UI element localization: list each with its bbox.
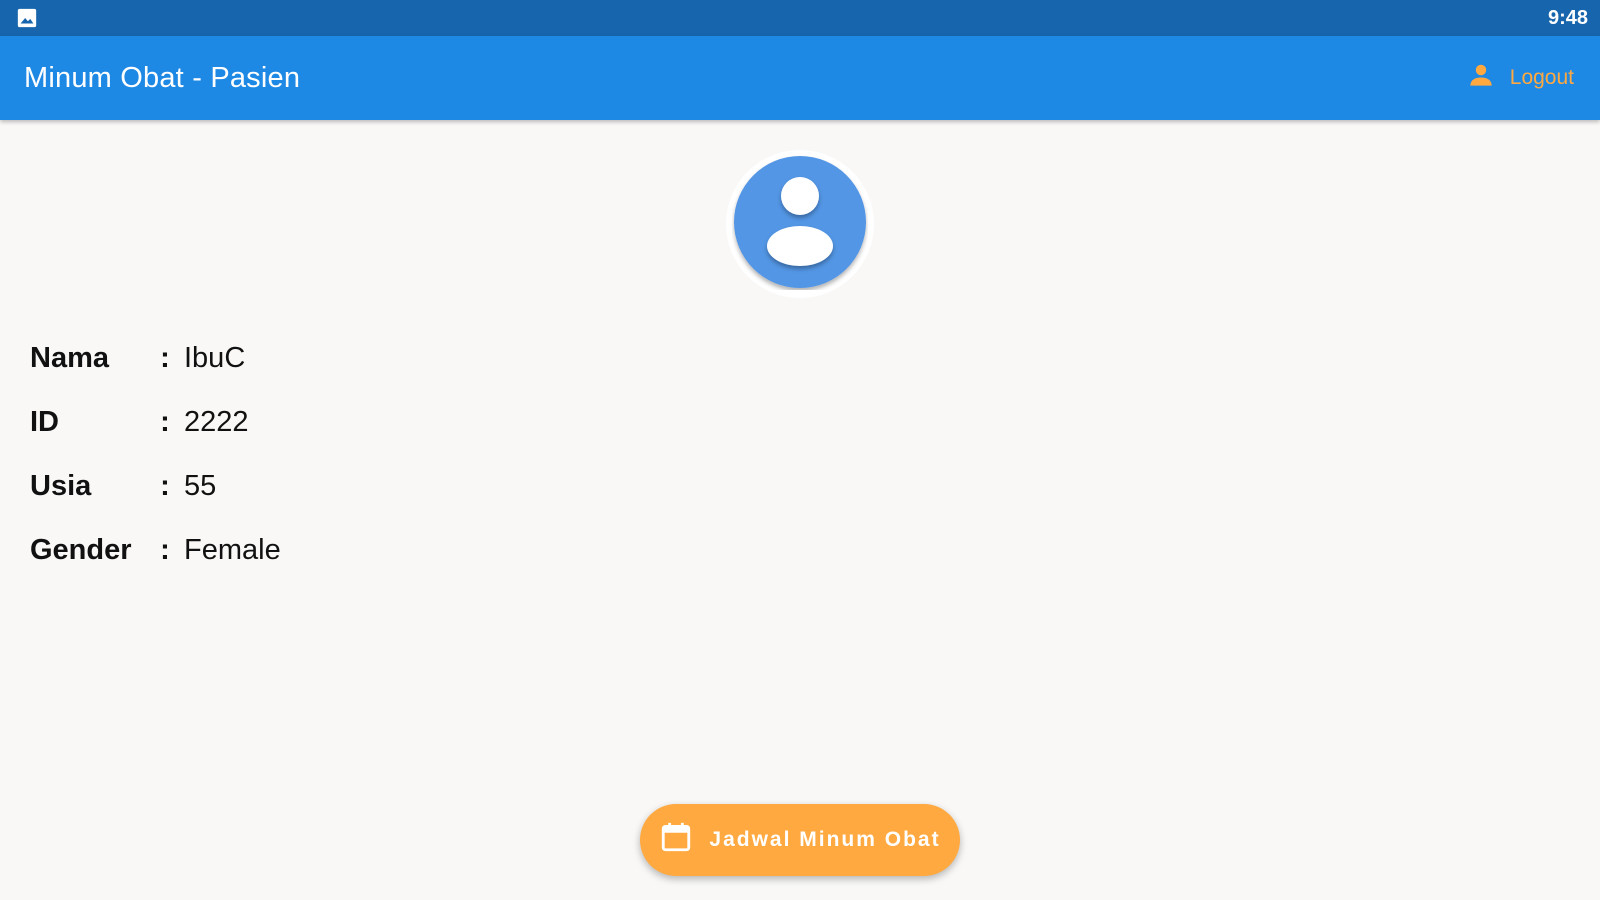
- logout-label: Logout: [1509, 66, 1574, 89]
- person-icon: [1466, 60, 1496, 96]
- app-bar: Minum Obat - Pasien Logout: [0, 36, 1600, 120]
- page-title: Minum Obat - Pasien: [24, 61, 301, 94]
- info-row-nama: Nama : IbuC: [30, 326, 281, 390]
- info-colon: :: [160, 533, 170, 566]
- status-bar: 9:48: [0, 0, 1600, 36]
- profile-info: Nama : IbuC ID : 2222 Usia : 55 Gender :…: [30, 326, 281, 582]
- info-label: ID: [30, 405, 59, 438]
- info-value: 2222: [184, 405, 249, 438]
- info-colon: :: [160, 469, 170, 502]
- info-label: Gender: [30, 533, 132, 566]
- info-label: Nama: [30, 341, 109, 374]
- logout-button[interactable]: Logout: [1466, 60, 1574, 96]
- info-row-usia: Usia : 55: [30, 454, 281, 518]
- jadwal-minum-obat-button[interactable]: Jadwal Minum Obat: [640, 804, 960, 876]
- info-value: Female: [184, 533, 281, 566]
- account-circle-icon: [732, 154, 868, 295]
- info-value: 55: [184, 469, 217, 502]
- info-row-id: ID : 2222: [30, 390, 281, 454]
- info-label: Usia: [30, 469, 92, 502]
- image-icon: [16, 7, 38, 29]
- info-value: IbuC: [184, 341, 246, 374]
- fab-label: Jadwal Minum Obat: [709, 828, 941, 851]
- info-row-gender: Gender : Female: [30, 518, 281, 582]
- status-time: 9:48: [1547, 6, 1588, 29]
- info-colon: :: [160, 341, 170, 374]
- avatar: [726, 150, 874, 298]
- info-colon: :: [160, 405, 170, 438]
- calendar-icon: [659, 820, 693, 860]
